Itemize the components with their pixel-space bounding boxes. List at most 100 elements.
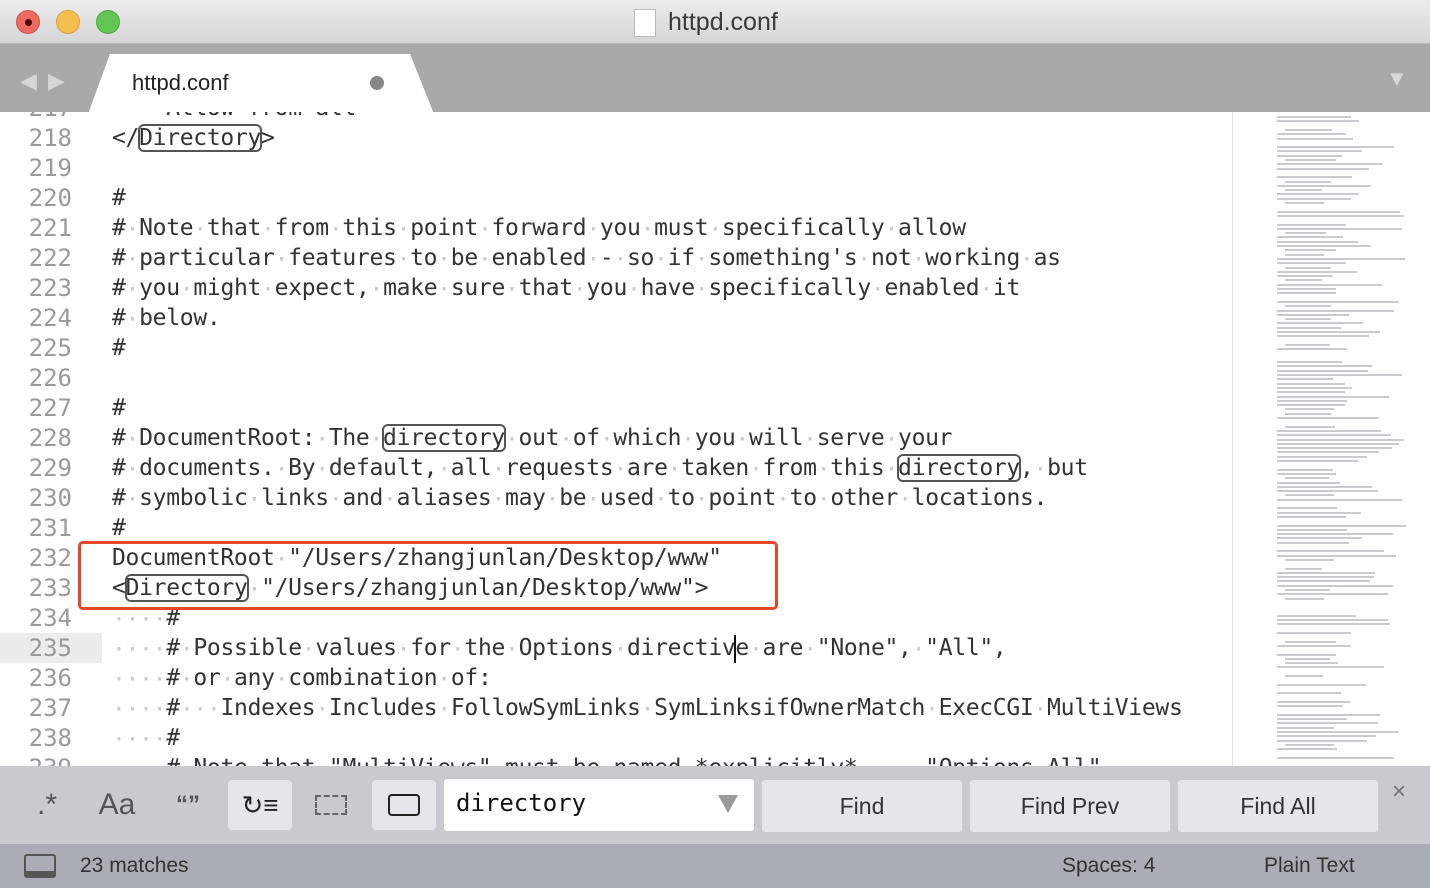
- regex-toggle[interactable]: .*: [24, 780, 70, 830]
- code-line[interactable]: 225 #: [0, 333, 1232, 363]
- code-line[interactable]: 223 # you might expect, make sure that yo…: [0, 273, 1232, 303]
- code-line[interactable]: 239 # Note that "MultiViews" must be nam…: [0, 753, 1232, 766]
- minimap-line: [1277, 193, 1359, 196]
- code-line[interactable]: 218 </Directory>: [0, 123, 1232, 153]
- close-find-bar-button[interactable]: ×: [1392, 778, 1406, 806]
- line-number: 219: [28, 154, 72, 182]
- code-line[interactable]: 230 # symbolic links and aliases may be u…: [0, 483, 1232, 513]
- minimap-line: [1277, 133, 1346, 136]
- minimap-line: [1285, 180, 1331, 183]
- minimap-line: [1277, 756, 1394, 759]
- minimap-line: [1277, 120, 1359, 123]
- code-line[interactable]: 228 # DocumentRoot: The directory out of …: [0, 423, 1232, 453]
- code-line[interactable]: 221 # Note that from this point forward y…: [0, 213, 1232, 243]
- minimap-line: [1285, 597, 1324, 600]
- match-count: 23 matches: [80, 854, 189, 877]
- code-line[interactable]: 217 Allow from all: [0, 112, 1232, 123]
- code-line[interactable]: 222 # particular features to be enabled -…: [0, 243, 1232, 273]
- code-text: # you might expect, make sure that you h…: [112, 273, 1020, 303]
- code-line[interactable]: 226: [0, 363, 1232, 393]
- code-segment: , but: [1020, 455, 1088, 481]
- minimap-line: [1277, 705, 1343, 708]
- code-segment: Allow from all: [112, 112, 356, 121]
- minimap-line: [1277, 485, 1373, 488]
- find-button[interactable]: Find: [762, 780, 962, 832]
- minimap-line: [1277, 378, 1333, 381]
- minimap-line: [1285, 232, 1326, 235]
- minimap-line: [1277, 739, 1368, 742]
- line-number: 220: [28, 184, 72, 212]
- minimap-line: [1277, 455, 1368, 458]
- code-line[interactable]: 235 # Possible values for the Options di…: [0, 633, 1232, 663]
- code-segment: </: [112, 125, 140, 151]
- nav-forward-icon[interactable]: ▶: [48, 68, 65, 94]
- minimap-line: [1277, 116, 1351, 118]
- unsaved-dot-icon[interactable]: [370, 76, 384, 90]
- find-all-button[interactable]: Find All: [1178, 780, 1378, 832]
- code-text: </Directory>: [112, 123, 275, 153]
- minimap-line: [1285, 318, 1331, 321]
- zoom-window-button[interactable]: [96, 10, 120, 34]
- syntax-setting[interactable]: Plain Text: [1264, 854, 1355, 878]
- whole-word-toggle[interactable]: “”: [162, 780, 214, 830]
- code-segment: #: [112, 515, 126, 541]
- code-text: #: [112, 513, 126, 543]
- minimap-line: [1277, 240, 1358, 243]
- highlight-matches-toggle[interactable]: [372, 780, 436, 830]
- in-selection-toggle[interactable]: [306, 780, 356, 830]
- minimize-window-button[interactable]: [56, 10, 80, 34]
- minimap-line: [1277, 524, 1406, 527]
- line-number: 222: [28, 244, 72, 272]
- wrap-toggle[interactable]: ↻≡: [228, 780, 292, 830]
- minimap-line: [1277, 391, 1346, 394]
- minimap-line: [1285, 662, 1338, 665]
- line-number: 217: [0, 112, 102, 123]
- minimap-line: [1277, 335, 1369, 338]
- minimap-line: [1277, 137, 1353, 140]
- search-match: directory: [382, 424, 506, 452]
- minimap-line: [1277, 653, 1337, 656]
- line-number: 239: [0, 753, 102, 766]
- highlight-icon: [388, 794, 420, 816]
- status-bar: 23 matches Spaces: 4 Plain Text: [0, 844, 1430, 888]
- code-line[interactable]: 224 # below.: [0, 303, 1232, 333]
- minimap-line: [1285, 567, 1322, 570]
- minimap-line: [1277, 386, 1352, 389]
- line-number: 225: [28, 334, 72, 362]
- code-segment: # Indexes Includes FollowSymLinks SymLin…: [112, 695, 1183, 721]
- minimap-line: [1277, 584, 1393, 587]
- code-line[interactable]: 237 # Indexes Includes FollowSymLinks Sy…: [0, 693, 1232, 723]
- code-line[interactable]: 219: [0, 153, 1232, 183]
- close-window-button[interactable]: [16, 10, 40, 34]
- minimap-line: [1277, 365, 1372, 368]
- code-line[interactable]: 229 # documents. By default, all requests…: [0, 453, 1232, 483]
- line-number: 229: [28, 454, 72, 482]
- case-sensitive-toggle[interactable]: Aa: [92, 780, 142, 830]
- minimap-line: [1285, 189, 1323, 192]
- line-number: 236: [28, 664, 72, 692]
- title-bar: httpd.conf: [0, 0, 1430, 44]
- minimap-line: [1277, 262, 1347, 265]
- code-line[interactable]: 227 #: [0, 393, 1232, 423]
- nav-back-icon[interactable]: ◀: [20, 68, 37, 94]
- code-line[interactable]: 231 #: [0, 513, 1232, 543]
- minimap-line: [1277, 404, 1346, 407]
- minimap[interactable]: [1232, 112, 1430, 766]
- tab-menu-icon[interactable]: ▼: [1386, 66, 1408, 92]
- code-line[interactable]: 238 #: [0, 723, 1232, 753]
- code-line[interactable]: 236 # or any combination of:: [0, 663, 1232, 693]
- code-text: # Indexes Includes FollowSymLinks SymLin…: [112, 693, 1183, 723]
- indentation-setting[interactable]: Spaces: 4: [1062, 854, 1155, 878]
- find-history-dropdown-icon[interactable]: [718, 795, 738, 813]
- minimap-line: [1277, 395, 1390, 398]
- minimap-line: [1277, 322, 1364, 325]
- minimap-line: [1277, 593, 1389, 596]
- minimap-line: [1277, 382, 1346, 385]
- code-editor[interactable]: 217 Allow from all218</Directory>219220#…: [0, 112, 1232, 766]
- minimap-line: [1277, 537, 1362, 540]
- find-input[interactable]: directory: [444, 779, 754, 831]
- line-number: 223: [28, 274, 72, 302]
- code-line[interactable]: 220 #: [0, 183, 1232, 213]
- find-prev-button[interactable]: Find Prev: [970, 780, 1170, 832]
- panel-toggle-icon[interactable]: [24, 854, 56, 878]
